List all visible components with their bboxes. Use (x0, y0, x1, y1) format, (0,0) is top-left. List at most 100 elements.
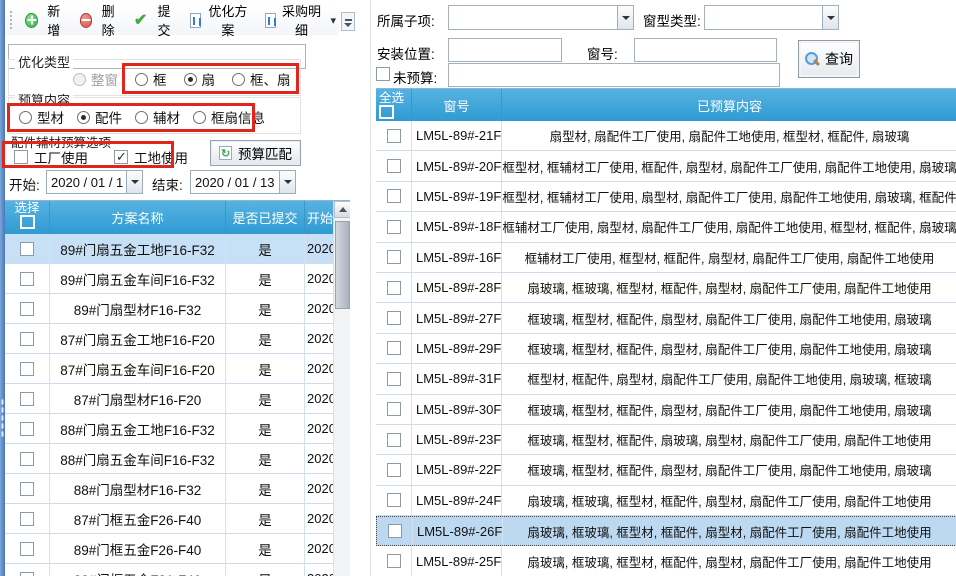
plan-row[interactable]: 88#门框五金F21-F40 是 2020/0 (5, 564, 333, 576)
select-all-checkbox[interactable] (20, 215, 35, 229)
row-checkbox[interactable] (387, 189, 401, 203)
row-checkbox[interactable] (20, 572, 34, 576)
row-checkbox[interactable] (20, 542, 34, 556)
budget-row[interactable]: LM5L-89#-18F16 框辅材工厂使用, 扇型材, 扇配件工厂使用, 扇配… (376, 212, 956, 242)
row-checkbox[interactable] (387, 311, 401, 325)
budget-row[interactable]: LM5L-89#-31F29 框型材, 框配件, 扇型材, 扇配件工厂使用, 扇… (376, 364, 956, 394)
radio-option[interactable]: 整窗 (73, 69, 118, 89)
budget-row[interactable]: LM5L-89#-29F27 框玻璃, 框型材, 框配件, 扇型材, 扇配件工厂… (376, 334, 956, 364)
radio-option[interactable]: 框、扇 (232, 69, 291, 89)
row-checkbox[interactable] (20, 242, 34, 256)
checkbox-option[interactable]: 工地使用 (114, 147, 188, 167)
row-checkbox[interactable] (387, 159, 401, 173)
install-position-input[interactable] (448, 38, 562, 62)
radio-option[interactable]: 配件 (77, 107, 122, 127)
row-checkbox[interactable] (20, 482, 34, 496)
chevron-down-icon[interactable] (822, 6, 838, 29)
row-checkbox[interactable] (387, 372, 401, 386)
budget-row[interactable]: LM5L-89#-30F28 框玻璃, 框型材, 框配件, 扇型材, 扇配件工厂… (376, 395, 956, 425)
row-checkbox[interactable] (20, 302, 34, 316)
budget-match-button[interactable]: 预算匹配 (210, 140, 301, 166)
window-no-column-header[interactable]: 窗号 (412, 89, 502, 121)
row-checkbox[interactable] (387, 433, 401, 447)
plan-row[interactable]: 88#门扇型材F16-F32 是 2020/0 (5, 474, 333, 504)
submitted-column-header[interactable]: 是否已提交 (226, 201, 305, 234)
row-checkbox[interactable] (20, 272, 34, 286)
query-button[interactable]: 查询 (798, 40, 860, 78)
radio-option[interactable]: 框扇信息 (193, 107, 265, 127)
budget-row[interactable]: LM5L-89#-26F24 扇玻璃, 框玻璃, 框型材, 框配件, 扇型材, … (376, 516, 956, 546)
plan-row[interactable]: 89#门框五金F26-F40 是 2020/0 (5, 534, 333, 564)
budget-row[interactable]: LM5L-89#-23F21 框玻璃, 框型材, 框配件, 扇玻璃, 扇型材, … (376, 425, 956, 455)
row-checkbox[interactable] (20, 422, 34, 436)
row-checkbox[interactable] (387, 402, 401, 416)
no-budget-checkbox[interactable] (376, 67, 390, 81)
toolbar-overflow-icon[interactable] (341, 12, 355, 31)
row-checkbox[interactable] (20, 392, 34, 406)
checkbox-option[interactable]: 工厂使用 (14, 147, 88, 167)
budget-row[interactable]: LM5L-89#-28F26 扇玻璃, 框玻璃, 框型材, 框配件, 扇型材, … (376, 273, 956, 303)
window-no-input[interactable] (634, 38, 777, 62)
plan-row[interactable]: 87#门扇型材F16-F20 是 2020/0 (5, 384, 333, 414)
budget-row[interactable]: LM5L-89#-19F17 框型材, 框辅材工厂使用, 扇型材, 扇配件工厂使… (376, 182, 956, 212)
install-position-label: 安装位置: (377, 43, 435, 63)
toolbar-button[interactable]: 提交 (131, 0, 178, 41)
budget-row[interactable]: LM5L-89#-24F22 扇玻璃, 框玻璃, 框型材, 框配件, 扇型材, … (376, 486, 956, 516)
window-type-select[interactable] (704, 5, 839, 30)
budget-row[interactable]: LM5L-89#-16F15 框辅材工厂使用, 框型材, 框配件, 扇型材, 扇… (376, 243, 956, 273)
row-checkbox[interactable] (387, 281, 401, 295)
budget-row[interactable]: LM5L-89#-21F19 扇型材, 扇配件工厂使用, 扇配件工地使用, 框型… (376, 121, 956, 151)
plan-row[interactable]: 88#门扇五金车间F16-F32 是 2020/0 (5, 444, 333, 474)
start-column-header[interactable]: 开始 (305, 201, 333, 234)
budget-row[interactable]: LM5L-89#-20F18 框型材, 框辅材工厂使用, 框配件, 扇型材, 扇… (376, 151, 956, 181)
row-checkbox[interactable] (20, 452, 34, 466)
chevron-down-icon[interactable] (126, 171, 142, 193)
plan-table-scrollbar[interactable] (333, 201, 350, 576)
scrollbar-thumb[interactable] (335, 221, 350, 309)
toolbar-button[interactable]: 采购明细 (262, 0, 339, 41)
radio-option[interactable]: 扇 (184, 69, 216, 89)
end-date-picker[interactable]: 2020 / 01 / 13 (190, 170, 296, 194)
plan-row[interactable]: 89#门扇五金工地F16-F32 是 2020/0 (5, 234, 333, 264)
plan-row[interactable]: 89#门扇五金车间F16-F32 是 2020/0 (5, 264, 333, 294)
submitted-flag: 是 (226, 264, 305, 293)
checkbox-icon (114, 150, 128, 164)
row-checkbox[interactable] (387, 493, 401, 507)
radio-option[interactable]: 框 (135, 69, 167, 89)
chevron-down-icon[interactable] (617, 6, 633, 29)
budget-row[interactable]: LM5L-89#-22F20 框玻璃, 框型材, 框配件, 扇型材, 扇配件工厂… (376, 455, 956, 485)
sub-item-select[interactable] (448, 5, 634, 30)
plan-row[interactable]: 87#门扇五金车间F16-F20 是 2020/0 (5, 354, 333, 384)
chevron-down-icon[interactable] (279, 171, 295, 193)
row-checkbox[interactable] (387, 341, 401, 355)
budget-content-column-header[interactable]: 已预算内容 (502, 89, 956, 121)
row-checkbox[interactable] (387, 220, 401, 234)
budgeted-content: 扇玻璃, 框玻璃, 框型材, 框配件, 扇型材, 扇配件工厂使用, 扇配件工地使… (502, 546, 956, 575)
toolbar-button[interactable]: 优化方案 (187, 0, 253, 41)
toolbar-button[interactable]: 删除 (77, 0, 122, 41)
plan-row[interactable]: 87#门框五金F26-F40 是 2020/0 (5, 504, 333, 534)
toolbar-button[interactable]: 新增 (22, 0, 67, 41)
budget-row[interactable]: LM5L-89#-27F25 框玻璃, 框型材, 框配件, 扇型材, 扇配件工厂… (376, 303, 956, 333)
row-checkbox[interactable] (387, 463, 401, 477)
radio-option[interactable]: 辅材 (135, 107, 180, 127)
plan-row[interactable]: 87#门扇五金工地F16-F20 是 2020/0 (5, 324, 333, 354)
row-checkbox[interactable] (20, 512, 34, 526)
row-checkbox[interactable] (387, 250, 401, 264)
plan-name-column-header[interactable]: 方案名称 (50, 201, 226, 234)
plan-row[interactable]: 88#门扇五金工地F16-F32 是 2020/0 (5, 414, 333, 444)
row-checkbox[interactable] (20, 362, 34, 376)
plan-row[interactable]: 89#门扇型材F16-F32 是 2020/0 (5, 294, 333, 324)
select-all-checkbox[interactable] (379, 105, 394, 119)
budget-row[interactable]: LM5L-89#-25F23 扇玻璃, 框玻璃, 框型材, 框配件, 扇型材, … (376, 546, 956, 576)
row-checkbox[interactable] (20, 332, 34, 346)
scroll-up-icon[interactable] (334, 201, 350, 218)
radio-label: 框、扇 (250, 69, 291, 89)
row-checkbox[interactable] (388, 524, 402, 538)
no-budget-input[interactable] (448, 63, 780, 87)
radio-option[interactable]: 型材 (19, 107, 64, 127)
row-checkbox[interactable] (387, 554, 401, 568)
row-checkbox[interactable] (387, 129, 401, 143)
start-date-picker[interactable]: 2020 / 01 / 1 (46, 170, 143, 194)
submitted-flag: 是 (226, 564, 305, 576)
